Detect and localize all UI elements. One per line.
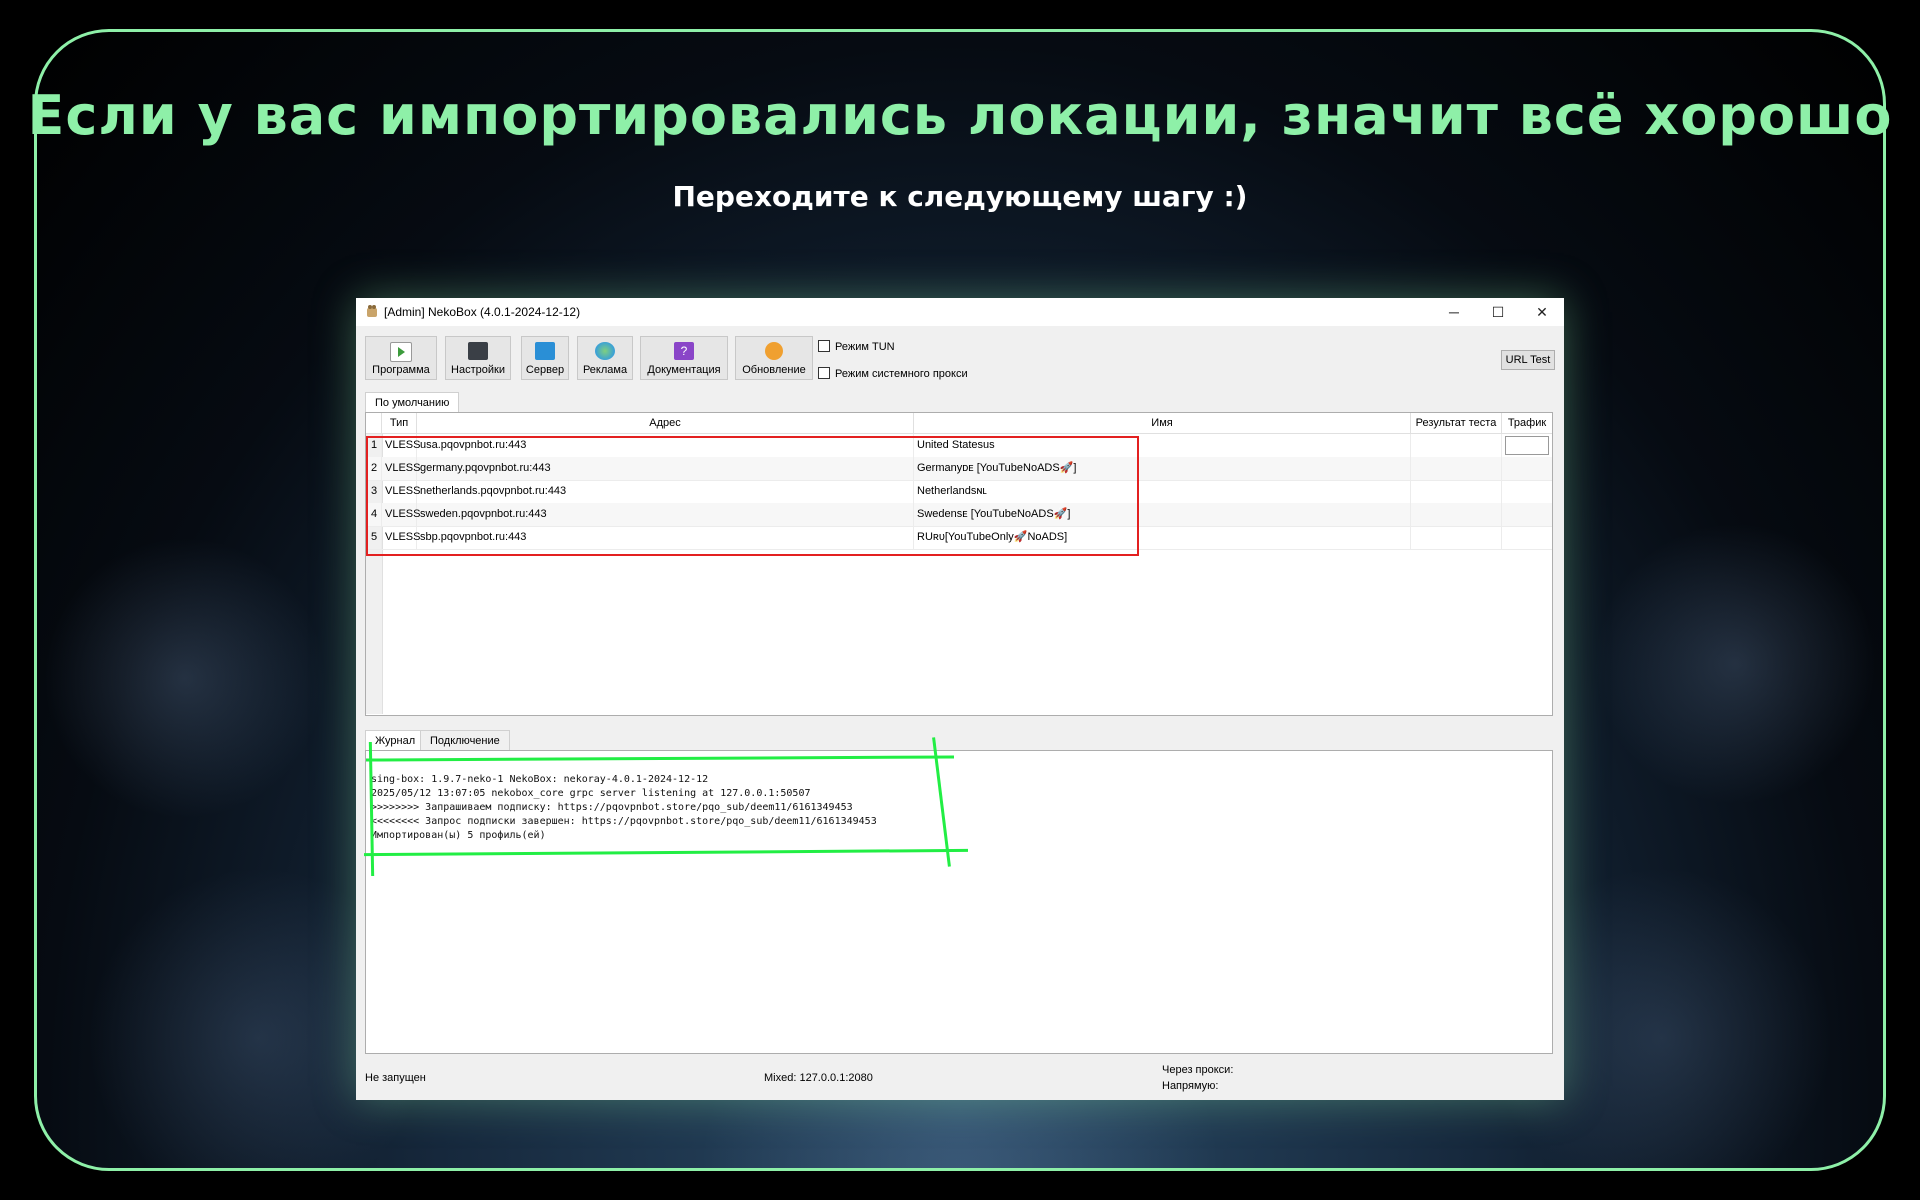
window-title: [Admin] NekoBox (4.0.1-2024-12-12) [384, 305, 581, 319]
status-direct: Напрямую: [1162, 1080, 1219, 1092]
tun-mode-checkbox[interactable]: Режим TUN [818, 340, 895, 353]
close-button[interactable]: ✕ [1520, 298, 1564, 326]
row-test-result [1411, 480, 1502, 503]
tun-mode-box[interactable] [818, 340, 830, 352]
header-traffic[interactable]: Трафик [1502, 413, 1552, 433]
log-panel[interactable]: sing-box: 1.9.7-neko-1 NekoBox: nekoray-… [365, 750, 1553, 1054]
update-icon [765, 342, 783, 360]
row-traffic [1502, 480, 1552, 503]
row-traffic [1502, 526, 1552, 549]
row-test-result [1411, 434, 1502, 457]
row-test-result [1411, 503, 1502, 526]
traffic-edit-box[interactable] [1505, 435, 1549, 455]
ads-button[interactable]: Реклама [577, 336, 633, 380]
settings-button-label: Настройки [451, 364, 505, 376]
header-corner [366, 413, 382, 433]
settings-icon [468, 342, 488, 360]
log-line: >>>>>>>> Запрашиваем подписку: https://p… [371, 802, 853, 813]
log-line: 2025/05/12 13:07:05 nekobox_core grpc se… [371, 788, 811, 799]
imported-servers-highlight [366, 436, 1139, 556]
documentation-button[interactable]: ? Документация [640, 336, 728, 380]
row-traffic [1502, 503, 1552, 526]
tab-connections[interactable]: Подключение [420, 730, 510, 750]
settings-button[interactable]: Настройки [445, 336, 511, 380]
play-icon [390, 342, 412, 362]
header-test-result[interactable]: Результат теста [1411, 413, 1502, 433]
header-type[interactable]: Тип [382, 413, 417, 433]
status-mixed-port: Mixed: 127.0.0.1:2080 [764, 1072, 873, 1084]
log-line: Импортирован(ы) 5 профиль(ей) [371, 830, 546, 841]
header-name[interactable]: Имя [914, 413, 1411, 433]
header-address[interactable]: Адрес [417, 413, 914, 433]
server-icon [535, 342, 555, 360]
title-bar: [Admin] NekoBox (4.0.1-2024-12-12) ─ ☐ ✕ [356, 298, 1564, 326]
system-proxy-checkbox[interactable]: Режим системного прокси [818, 367, 968, 380]
status-via-proxy: Через прокси: [1162, 1064, 1234, 1076]
row-traffic [1502, 434, 1552, 457]
update-button-label: Обновление [742, 364, 806, 376]
status-state: Не запущен [365, 1072, 426, 1084]
app-icon [367, 305, 377, 317]
minimize-button[interactable]: ─ [1432, 298, 1476, 326]
row-test-result [1411, 457, 1502, 480]
nekobox-window: [Admin] NekoBox (4.0.1-2024-12-12) ─ ☐ ✕… [356, 298, 1564, 1100]
subheadline: Переходите к следующему шагу :) [672, 180, 1248, 213]
ads-button-label: Реклама [582, 364, 628, 376]
help-icon: ? [674, 342, 694, 360]
documentation-button-label: Документация [647, 364, 721, 376]
globe-icon [595, 342, 615, 360]
log-line: <<<<<<<< Запрос подписки завершен: https… [371, 816, 877, 827]
system-proxy-box[interactable] [818, 367, 830, 379]
update-button[interactable]: Обновление [735, 336, 813, 380]
log-line: sing-box: 1.9.7-neko-1 NekoBox: nekoray-… [371, 774, 709, 785]
server-button-label: Сервер [525, 364, 565, 376]
system-proxy-label: Режим системного прокси [835, 368, 968, 380]
tab-log[interactable]: Журнал [365, 730, 426, 750]
headline: Если у вас импортировались локации, знач… [27, 84, 1893, 147]
url-test-button[interactable]: URL Test [1501, 350, 1555, 370]
program-button[interactable]: Программа [365, 336, 437, 380]
program-button-label: Программа [372, 364, 430, 376]
row-traffic [1502, 457, 1552, 480]
tab-default-group[interactable]: По умолчанию [365, 392, 460, 412]
server-button[interactable]: Сервер [521, 336, 569, 380]
table-header: Тип Адрес Имя Результат теста Трафик [366, 413, 1552, 434]
maximize-button[interactable]: ☐ [1476, 298, 1520, 326]
tun-mode-label: Режим TUN [835, 341, 895, 353]
row-test-result [1411, 526, 1502, 549]
